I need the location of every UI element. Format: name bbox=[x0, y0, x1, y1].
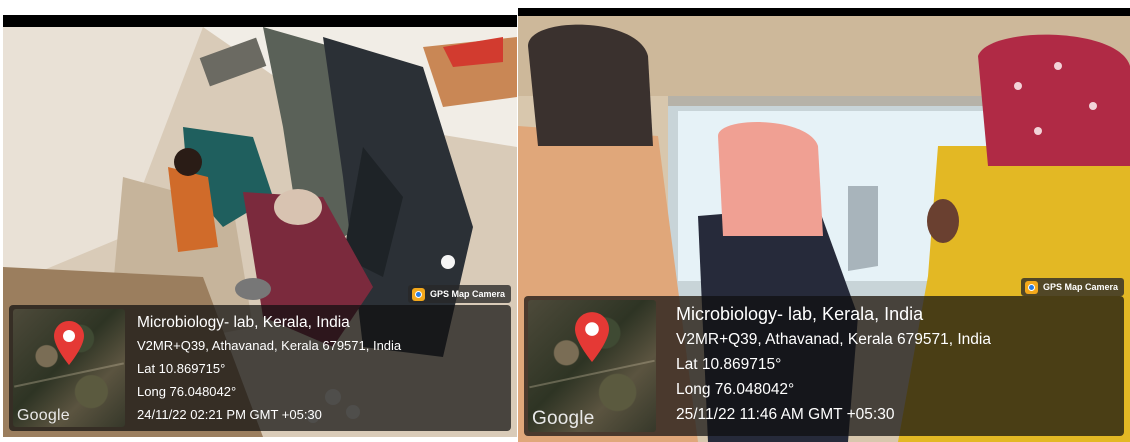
gps-map-camera-badge: GPS Map Camera bbox=[1020, 278, 1124, 296]
map-pin-icon bbox=[54, 321, 84, 365]
location-datetime: 25/11/22 11:46 AM GMT +05:30 bbox=[676, 406, 895, 423]
location-datetime: 24/11/22 02:21 PM GMT +05:30 bbox=[137, 407, 322, 422]
location-address: V2MR+Q39, Athavanad, Kerala 679571, Indi… bbox=[676, 331, 991, 348]
google-logo: Google bbox=[17, 407, 70, 424]
google-logo: Google bbox=[532, 408, 595, 429]
location-title: Microbiology- lab, Kerala, India bbox=[676, 304, 924, 324]
location-details: Microbiology- lab, Kerala, India V2MR+Q3… bbox=[137, 311, 401, 426]
photo-right: GPS Map Camera Google Microbiology- lab,… bbox=[518, 8, 1130, 442]
location-latitude: Lat 10.869715° bbox=[676, 356, 782, 373]
location-address: V2MR+Q39, Athavanad, Kerala 679571, Indi… bbox=[137, 338, 402, 353]
satellite-map-thumbnail: Google bbox=[528, 300, 656, 432]
gps-map-camera-label: GPS Map Camera bbox=[1042, 282, 1118, 292]
satellite-map-thumbnail: Google bbox=[13, 309, 125, 427]
location-latitude: Lat 10.869715° bbox=[137, 361, 226, 376]
photo-left: GPS Map Camera Google Microbiology- lab,… bbox=[3, 15, 517, 437]
map-pin-icon bbox=[575, 312, 609, 362]
gps-map-camera-badge: GPS Map Camera bbox=[407, 285, 511, 303]
location-info-panel: Google Microbiology- lab, Kerala, India … bbox=[524, 296, 1124, 436]
location-title: Microbiology- lab, Kerala, India bbox=[137, 314, 350, 331]
location-longitude: Long 76.048042° bbox=[137, 384, 237, 399]
location-details: Microbiology- lab, Kerala, India V2MR+Q3… bbox=[676, 302, 991, 427]
location-longitude: Long 76.048042° bbox=[676, 381, 795, 398]
gps-map-camera-icon bbox=[1024, 280, 1038, 294]
location-info-panel: Google Microbiology- lab, Kerala, India … bbox=[9, 305, 511, 431]
gps-map-camera-icon bbox=[411, 287, 425, 301]
gps-map-camera-label: GPS Map Camera bbox=[429, 289, 505, 299]
